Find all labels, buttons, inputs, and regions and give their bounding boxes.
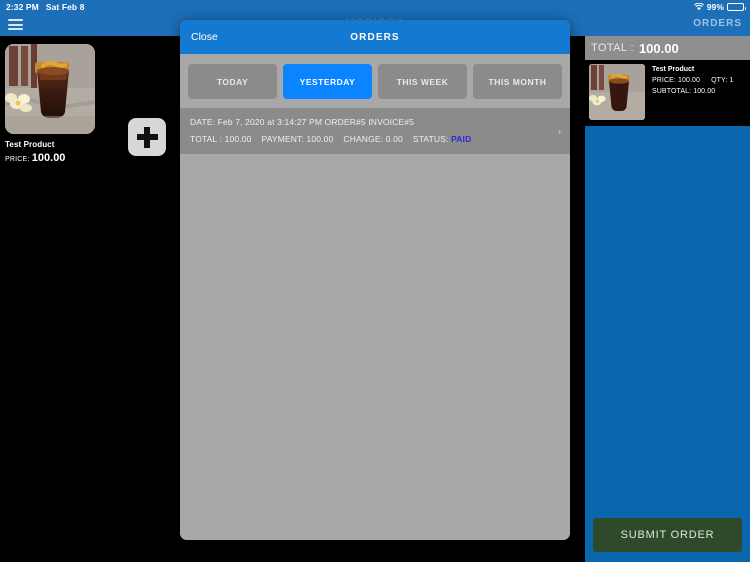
status-bar-left: 2:32 PM Sat Feb 8 bbox=[6, 2, 85, 12]
pos-app-screen: 2:32 PM Sat Feb 8 99% MOBIPOS ORDERS bbox=[0, 0, 750, 562]
chevron-right-icon: › bbox=[558, 126, 561, 136]
order-total: TOTAL : 100.00 bbox=[190, 134, 252, 144]
cart-item-price-qty: PRICE: 100.00 QTY: 1 bbox=[652, 77, 733, 84]
cart-item-subtotal: SUBTOTAL: 100.00 bbox=[652, 88, 716, 95]
cart-item-list: Test Product PRICE: 100.00 QTY: 1 SUBTOT… bbox=[585, 60, 750, 126]
battery-percent-label: 99% bbox=[706, 2, 724, 12]
product-card[interactable]: Test Product PRICE: 100.00 bbox=[5, 44, 97, 164]
tab-this-month[interactable]: THIS MONTH bbox=[473, 64, 562, 99]
cart-total-value: 100.00 bbox=[638, 40, 679, 56]
iced-coffee-photo bbox=[5, 44, 95, 134]
order-status-label: STATUS: bbox=[412, 134, 449, 144]
product-price-value: 100.00 bbox=[31, 152, 66, 164]
status-badge: PAID bbox=[451, 134, 472, 144]
order-amounts: TOTAL : 100.00 PAYMENT: 100.00 CHANGE: 0… bbox=[190, 134, 560, 144]
cart-total-label: TOTAL : bbox=[591, 42, 634, 54]
cart-total-bar: TOTAL : 100.00 bbox=[585, 36, 750, 60]
orders-modal-body: TODAY YESTERDAY THIS WEEK THIS MONTH DAT… bbox=[180, 54, 570, 540]
order-list: DATE: Feb 7, 2020 at 3:14:27 PM ORDER#5 … bbox=[180, 108, 570, 154]
tab-this-week[interactable]: THIS WEEK bbox=[378, 64, 467, 99]
product-thumbnail[interactable] bbox=[5, 44, 95, 134]
add-product-button[interactable] bbox=[128, 118, 166, 156]
orders-modal-title: ORDERS bbox=[350, 31, 400, 43]
plus-icon-bar bbox=[136, 134, 158, 140]
iced-coffee-photo bbox=[589, 64, 645, 120]
product-name: Test Product bbox=[5, 140, 55, 149]
order-filter-tabs: TODAY YESTERDAY THIS WEEK THIS MONTH bbox=[180, 54, 570, 108]
cart-item-price: PRICE: 100.00 bbox=[652, 77, 700, 84]
orders-modal: Close ORDERS TODAY YESTERDAY THIS WEEK T… bbox=[180, 20, 570, 540]
close-button[interactable]: Close bbox=[191, 31, 218, 43]
cart-item-name: Test Product bbox=[652, 66, 695, 73]
cart-line-item[interactable]: Test Product PRICE: 100.00 QTY: 1 SUBTOT… bbox=[589, 64, 746, 120]
product-price: PRICE: 100.00 bbox=[5, 152, 97, 164]
orders-modal-header: Close ORDERS bbox=[180, 20, 570, 54]
submit-order-button[interactable]: SUBMIT ORDER bbox=[593, 518, 742, 552]
cart-panel: TOTAL : 100.00 Test Product PRICE: 100.0… bbox=[585, 36, 750, 562]
tab-yesterday[interactable]: YESTERDAY bbox=[283, 64, 372, 99]
wifi-icon bbox=[693, 3, 704, 11]
cart-item-info: Test Product PRICE: 100.00 QTY: 1 SUBTOT… bbox=[652, 64, 733, 120]
cart-item-thumbnail bbox=[589, 64, 645, 120]
ios-status-bar: 2:32 PM Sat Feb 8 99% bbox=[0, 0, 750, 14]
cart-item-qty: QTY: 1 bbox=[711, 77, 734, 84]
battery-icon bbox=[727, 3, 746, 11]
orders-button[interactable]: ORDERS bbox=[693, 18, 742, 29]
status-bar-right: 99% bbox=[693, 2, 746, 12]
status-bar-time: 2:32 PM bbox=[6, 2, 39, 12]
product-price-label: PRICE: bbox=[5, 156, 30, 163]
tab-today[interactable]: TODAY bbox=[188, 64, 277, 99]
order-list-item[interactable]: DATE: Feb 7, 2020 at 3:14:27 PM ORDER#5 … bbox=[180, 108, 570, 154]
status-bar-date: Sat Feb 8 bbox=[45, 2, 85, 12]
order-change: CHANGE: 0.00 bbox=[343, 134, 403, 144]
order-date-ids: DATE: Feb 7, 2020 at 3:14:27 PM ORDER#5 … bbox=[190, 117, 415, 127]
order-payment: PAYMENT: 100.00 bbox=[261, 134, 334, 144]
